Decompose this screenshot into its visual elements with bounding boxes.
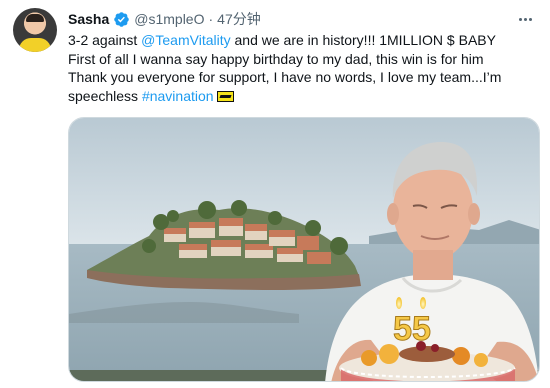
verified-badge-icon [113, 11, 130, 28]
navi-flag-emoji [216, 90, 234, 102]
tweet-header: Sasha @s1mpleO · 47分钟 [68, 9, 261, 29]
tweet-timestamp[interactable]: 47分钟 [217, 9, 261, 29]
photo-scene: 55 [69, 118, 539, 381]
avatar-shirt [19, 38, 51, 52]
author-handle[interactable]: @s1mpleO [134, 11, 204, 27]
tweet-body: 3-2 against @TeamVitality and we are in … [68, 31, 540, 105]
cake-candle-number: 55 [393, 310, 431, 348]
separator-dot: · [208, 11, 214, 27]
tweet-line-4: speechless #navination [68, 87, 540, 106]
tweet-line-3: Thank you everyone for support, I have n… [68, 69, 502, 85]
author-name[interactable]: Sasha [68, 11, 109, 27]
tweet-text-1a: 3-2 against [68, 32, 142, 48]
tweet-text-1b: and we are in history!!! 1MILLION $ BABY [230, 32, 496, 48]
more-options-icon[interactable] [514, 10, 536, 28]
mention-link[interactable]: @TeamVitality [141, 32, 230, 48]
tweet-media-photo[interactable]: 55 [68, 117, 540, 382]
avatar[interactable] [13, 8, 57, 52]
avatar-hair [26, 14, 44, 22]
tweet-line-1: 3-2 against @TeamVitality and we are in … [68, 31, 540, 50]
tweet-text-4a: speechless [68, 87, 142, 104]
tweet[interactable]: Sasha @s1mpleO · 47分钟 3-2 against @TeamV… [0, 0, 550, 388]
hashtag-link[interactable]: #navination [142, 88, 214, 104]
tweet-line-2: First of all I wanna say happy birthday … [68, 50, 484, 67]
